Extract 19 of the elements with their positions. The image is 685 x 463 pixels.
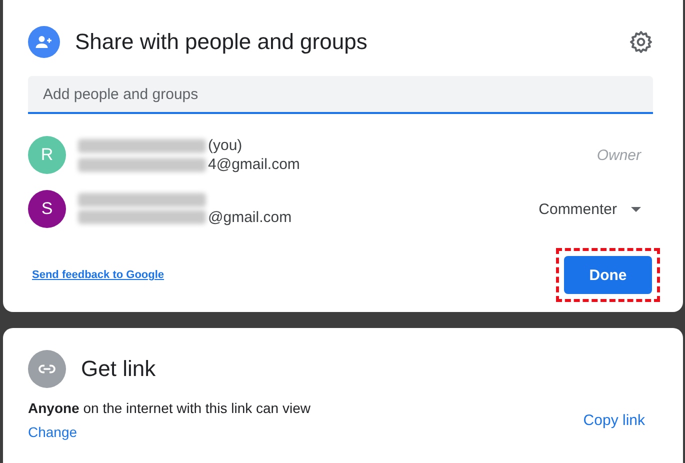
person-add-icon — [28, 26, 60, 58]
access-description: Anyone on the internet with this link can view — [28, 400, 310, 416]
role-dropdown[interactable]: Commenter — [538, 200, 653, 218]
add-people-field[interactable]: Add people and groups — [28, 76, 653, 114]
role-label: Owner — [596, 146, 642, 164]
settings-icon[interactable] — [629, 30, 653, 54]
email-suffix: @gmail.com — [208, 208, 292, 226]
copy-link-button[interactable]: Copy link — [583, 412, 645, 428]
avatar-initial: S — [41, 199, 53, 219]
change-link[interactable]: Change — [28, 424, 78, 440]
avatar-initial: R — [40, 145, 54, 165]
link-icon — [28, 350, 66, 388]
email-suffix: 4@gmail.com — [208, 156, 300, 173]
dialog-title: Share with people and groups — [75, 29, 368, 55]
caret-icon — [631, 206, 641, 212]
section-title: Get link — [81, 356, 157, 382]
name-suffix: (you) — [208, 137, 242, 154]
feedback-link[interactable]: Send feedback to Google — [32, 269, 164, 281]
done-button[interactable]: Done — [564, 256, 652, 294]
